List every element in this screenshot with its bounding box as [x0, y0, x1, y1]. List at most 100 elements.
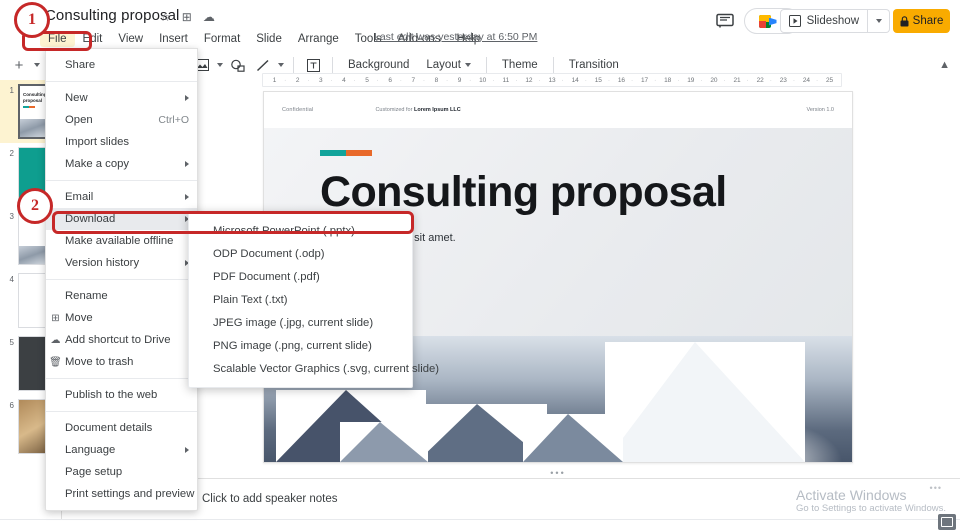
menu-item-label: Version history	[65, 257, 139, 269]
download-option-3[interactable]: Plain Text (.txt)	[189, 288, 412, 311]
menu-view[interactable]: View	[110, 31, 151, 47]
menu-format[interactable]: Format	[196, 31, 248, 47]
file-menu-item-download[interactable]: Download	[46, 208, 197, 230]
file-menu-dropdown[interactable]: Share New Open Ctrl+O Import slidesMake a co…	[45, 48, 198, 511]
file-menu-item-move[interactable]: ⊞Move	[46, 307, 197, 329]
ruler-tick: 20	[702, 77, 725, 84]
menu-item-label: Print settings and preview	[65, 488, 194, 500]
chevron-down-icon	[465, 63, 471, 67]
file-menu-item-share[interactable]: Share	[46, 54, 197, 76]
menu-separator	[46, 180, 197, 181]
slide-header: Confidential Customized for Lorem Ipsum …	[264, 92, 852, 128]
menu-edit[interactable]: Edit	[75, 31, 111, 47]
ruler-tick: 2	[286, 77, 309, 84]
toolbar-divider	[293, 57, 294, 73]
menu-item-label: New	[65, 92, 88, 104]
ruler-tick: 18	[656, 77, 679, 84]
toolbar-divider	[553, 57, 554, 73]
menu-insert[interactable]: Insert	[151, 31, 196, 47]
file-menu-item-open[interactable]: Open Ctrl+O	[46, 109, 197, 131]
file-menu-item-rename[interactable]: Rename	[46, 285, 197, 307]
new-slide-button[interactable]: +	[8, 55, 30, 75]
slide-resize-handle[interactable]: •••	[263, 468, 853, 478]
menu-item-shortcut: Ctrl+O	[158, 114, 189, 126]
menu-item-label: Language	[65, 444, 115, 456]
chevron-down-icon[interactable]	[217, 63, 223, 67]
file-menu-item-version-history[interactable]: Version history	[46, 252, 197, 274]
ruler-tick: 23	[772, 77, 795, 84]
download-option-4[interactable]: JPEG image (.jpg, current slide)	[189, 311, 412, 334]
file-menu-item-new[interactable]: New	[46, 87, 197, 109]
file-menu-item-move-to-trash[interactable]: 🗑Move to trash	[46, 351, 197, 373]
ruler-tick: 14	[564, 77, 587, 84]
file-menu-item-email[interactable]: Email	[46, 186, 197, 208]
ruler-tick: 21	[726, 77, 749, 84]
file-menu-item-make-available-offline[interactable]: Make available offline	[46, 230, 197, 252]
ruler-tick: 19	[679, 77, 702, 84]
ruler-tick: 12	[517, 77, 540, 84]
download-option-6[interactable]: Scalable Vector Graphics (.svg, current …	[189, 357, 412, 380]
collapse-toolbar-button[interactable]: ▲	[939, 59, 950, 71]
slide-customized-label: Customized for Lorem Ipsum LLC	[375, 107, 460, 113]
download-option-5[interactable]: PNG image (.png, current slide)	[189, 334, 412, 357]
transition-button[interactable]: Transition	[563, 57, 625, 73]
menu-item-label: Publish to the web	[65, 389, 157, 401]
file-menu-item-add-shortcut-to-drive[interactable]: ☁Add shortcut to Drive	[46, 329, 197, 351]
toolbar-left-group: +	[8, 55, 40, 75]
thumbnail-accent	[23, 106, 35, 108]
move-to-folder-icon[interactable]: ⊞	[182, 11, 192, 23]
theme-button[interactable]: Theme	[496, 57, 544, 73]
line-icon[interactable]	[253, 55, 273, 75]
chevron-down-icon[interactable]	[278, 63, 284, 67]
comment-icon[interactable]	[716, 13, 734, 29]
menu-item-label: Email	[65, 191, 93, 203]
textbox-icon[interactable]	[303, 55, 323, 75]
ruler-tick: 16	[610, 77, 633, 84]
add-shortcut-icon: ☁	[49, 335, 62, 346]
chevron-down-icon[interactable]	[34, 63, 40, 67]
chevron-down-icon	[876, 19, 882, 23]
slideshow-options-button[interactable]	[868, 9, 890, 33]
file-menu-item-import-slides[interactable]: Import slides	[46, 131, 197, 153]
shape-icon[interactable]	[228, 55, 248, 75]
thumbnail-number: 1	[0, 84, 14, 95]
layout-button[interactable]: Layout	[420, 57, 477, 73]
cloud-saved-icon[interactable]: ☁	[203, 11, 215, 23]
menu-arrange[interactable]: Arrange	[290, 31, 347, 47]
speaker-notes-placeholder: Click to add speaker notes	[202, 493, 338, 505]
download-submenu[interactable]: Microsoft PowerPoint (.pptx)ODP Document…	[188, 211, 413, 388]
download-option-1[interactable]: ODP Document (.odp)	[189, 242, 412, 265]
file-menu-item-print-settings-and-preview[interactable]: Print settings and preview	[46, 483, 197, 505]
file-menu-item-document-details[interactable]: Document details	[46, 417, 197, 439]
menu-slide[interactable]: Slide	[248, 31, 290, 47]
ruler-tick: 3	[309, 77, 332, 84]
ruler-tick: 5	[356, 77, 379, 84]
windows-activation-watermark: Activate Windows Go to Settings to activ…	[796, 487, 946, 514]
download-option-2[interactable]: PDF Document (.pdf)	[189, 265, 412, 288]
share-button[interactable]: Share	[893, 9, 950, 33]
toolbar-divider	[486, 57, 487, 73]
menu-separator	[46, 378, 197, 379]
menu-item-label: Move to trash	[65, 356, 133, 368]
last-edit-label[interactable]: Last edit was yesterday at 6:50 PM	[374, 31, 537, 43]
submenu-arrow-icon	[185, 194, 189, 200]
file-menu-item-language[interactable]: Language	[46, 439, 197, 461]
slideshow-button[interactable]: Slideshow	[780, 9, 868, 33]
menu-item-label: Open	[65, 114, 93, 126]
file-menu-item-page-setup[interactable]: Page setup	[46, 461, 197, 483]
thumbnail-number: 6	[0, 399, 14, 410]
ruler-tick: 1	[263, 77, 286, 84]
file-menu-item-publish-to-the-web[interactable]: Publish to the web	[46, 384, 197, 406]
layout-label: Layout	[426, 59, 461, 71]
menu-file[interactable]: File	[40, 31, 75, 47]
background-button[interactable]: Background	[342, 57, 415, 73]
submenu-arrow-icon	[185, 95, 189, 101]
menu-item-label: Document details	[65, 422, 152, 434]
file-menu-item-make-a-copy[interactable]: Make a copy	[46, 153, 197, 175]
download-option-0[interactable]: Microsoft PowerPoint (.pptx)	[189, 219, 412, 242]
slide-title-text[interactable]: Consulting proposal	[320, 168, 852, 216]
slide-version-label: Version 1.0	[806, 107, 834, 113]
title-icon-group: ☆ ⊞ ☁	[160, 11, 215, 23]
star-icon[interactable]: ☆	[160, 11, 171, 23]
horizontal-ruler[interactable]: 1234567891011121314151617181920212223242…	[262, 73, 842, 87]
